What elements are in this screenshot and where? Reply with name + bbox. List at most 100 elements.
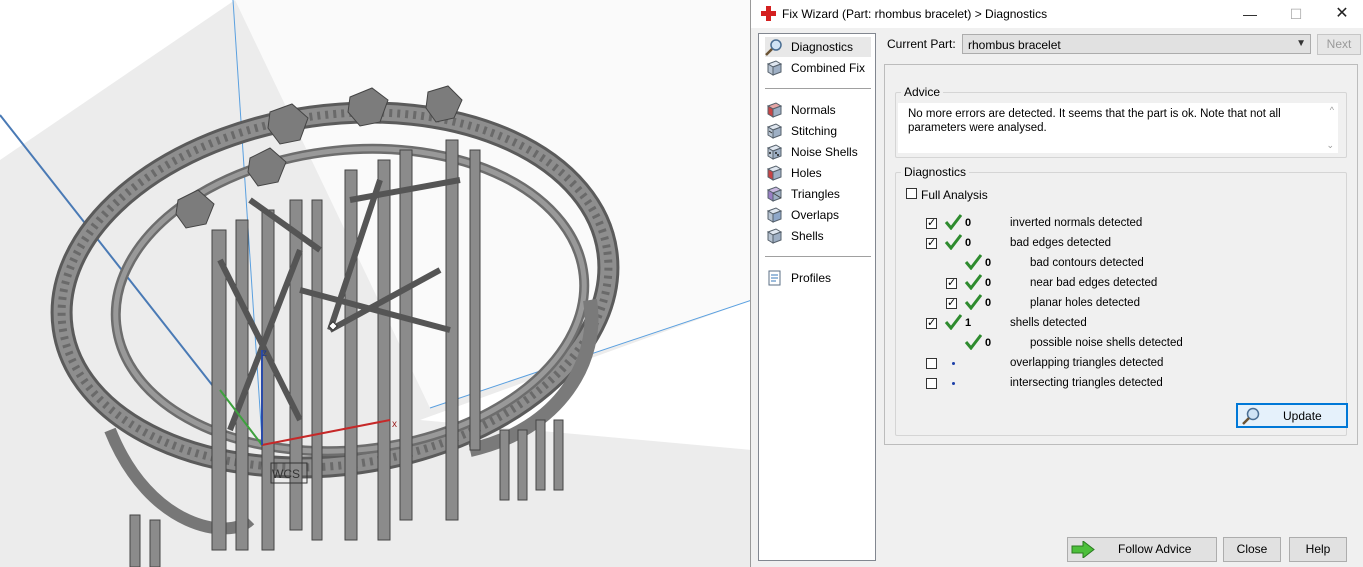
cube-shell-icon (766, 228, 783, 244)
inverted-normals-checkbox[interactable]: ✓ (926, 218, 937, 229)
x-axis-label: x (392, 419, 397, 430)
advice-text: No more errors are detected. It seems th… (908, 108, 1281, 134)
diagnostics-group: Diagnostics Full Analysis ✓ 0 inverted n… (895, 165, 1348, 436)
nav-label: Combined Fix (791, 61, 866, 75)
cube-triangle-icon (766, 186, 783, 202)
nav-item-profiles[interactable]: Profiles (765, 268, 871, 288)
arrow-right-icon (1071, 541, 1095, 558)
document-icon (768, 270, 781, 286)
cube-stitch-icon (766, 123, 783, 139)
fix-wizard-dialog: Fix Wizard (Part: rhombus bracelet) > Di… (750, 0, 1363, 567)
update-button[interactable]: Update (1236, 403, 1348, 428)
diagnostic-label: shells detected (1010, 317, 1087, 329)
chevron-down-icon: ▼ (1296, 38, 1306, 49)
diagnostic-label: intersecting triangles detected (1010, 377, 1163, 389)
current-part-select[interactable]: rhombus bracelet ▼ (962, 34, 1311, 54)
model-scene: z x WCS (0, 0, 752, 567)
count-value: 0 (965, 217, 972, 229)
nav-item-triangles[interactable]: Triangles (765, 184, 871, 204)
near-bad-edges-checkbox[interactable]: ✓ (946, 278, 957, 289)
update-label: Update (1283, 409, 1322, 423)
shells-checkbox[interactable]: ✓ (926, 318, 937, 329)
count-value: 0 (965, 237, 972, 249)
check-icon (944, 314, 962, 330)
nav-item-overlaps[interactable]: Overlaps (765, 205, 871, 225)
count-value: 0 (985, 297, 992, 309)
bad-edges-checkbox[interactable]: ✓ (926, 238, 937, 249)
diagnostic-label: possible noise shells detected (1030, 337, 1183, 349)
count-value: 1 (965, 317, 972, 329)
advice-group: Advice No more errors are detected. It s… (895, 85, 1347, 158)
3d-viewport[interactable]: z x WCS (0, 0, 752, 567)
nav-item-normals[interactable]: Normals (765, 100, 871, 120)
nav-item-stitching[interactable]: Stitching (765, 121, 871, 141)
nav-label: Shells (791, 229, 824, 243)
full-analysis-label: Full Analysis (921, 188, 988, 202)
diagnostic-label: bad contours detected (1030, 257, 1144, 269)
nav-item-noise-shells[interactable]: Noise Shells (765, 142, 871, 162)
close-button[interactable]: Close (1223, 537, 1281, 562)
nav-label: Triangles (791, 187, 840, 201)
nav-label: Holes (791, 166, 822, 180)
scroll-up-icon[interactable]: ^ (1330, 105, 1334, 115)
count-value: 0 (985, 277, 992, 289)
advice-textbox[interactable]: No more errors are detected. It seems th… (898, 103, 1338, 153)
z-axis-label: z (262, 348, 267, 359)
count-value: 0 (985, 257, 992, 269)
diagnostic-label: near bad edges detected (1030, 277, 1158, 289)
cube-overlap-icon (766, 207, 783, 223)
maximize-button[interactable]: ☐ (1281, 4, 1311, 24)
nav-label: Diagnostics (791, 40, 854, 54)
window-title: Fix Wizard (Part: rhombus bracelet) > Di… (782, 7, 1048, 21)
nav-item-holes[interactable]: Holes (765, 163, 871, 183)
diagnostics-panel: Advice No more errors are detected. It s… (884, 64, 1358, 445)
check-icon (964, 254, 982, 270)
nav-divider (765, 256, 871, 257)
check-icon (964, 334, 982, 350)
follow-advice-button[interactable]: Follow Advice (1067, 537, 1217, 562)
status-dot-icon (952, 362, 955, 365)
wcs-label: WCS (272, 467, 300, 481)
check-icon (944, 234, 962, 250)
overlapping-triangles-checkbox[interactable] (926, 358, 937, 369)
nav-label: Noise Shells (791, 145, 858, 159)
help-button[interactable]: Help (1289, 537, 1347, 562)
magnifier-icon (765, 39, 782, 56)
check-icon (964, 274, 982, 290)
nav-divider (765, 88, 871, 89)
planar-holes-checkbox[interactable]: ✓ (946, 298, 957, 309)
nav-item-combined-fix[interactable]: Combined Fix (765, 58, 871, 78)
dice-icon (766, 144, 783, 160)
cube-icon (766, 60, 783, 76)
status-dot-icon (952, 382, 955, 385)
scroll-down-icon[interactable]: ⌄ (1326, 140, 1334, 151)
diagnostics-title: Diagnostics (901, 165, 970, 179)
nav-item-diagnostics[interactable]: Diagnostics (765, 37, 871, 57)
current-part-label: Current Part: (887, 37, 956, 51)
nav-label: Profiles (791, 271, 832, 285)
diagnostic-label: overlapping triangles detected (1010, 357, 1164, 369)
full-analysis-checkbox[interactable] (906, 188, 917, 199)
diagnostic-label: planar holes detected (1030, 297, 1140, 309)
count-value: 0 (985, 337, 992, 349)
next-button[interactable]: Next (1317, 34, 1361, 55)
nav-label: Overlaps (791, 208, 840, 222)
magnifier-icon (1242, 407, 1260, 425)
cube-hole-icon (766, 165, 783, 181)
check-icon (944, 214, 962, 230)
nav-item-shells[interactable]: Shells (765, 226, 871, 246)
nav-label: Stitching (791, 124, 838, 138)
window-close-button[interactable]: ✕ (1327, 4, 1357, 24)
cube-red-icon (766, 102, 783, 118)
minimize-button[interactable]: — (1235, 4, 1265, 24)
diagnostic-label: inverted normals detected (1010, 217, 1143, 229)
nav-label: Normals (791, 103, 836, 117)
red-cross-icon (761, 6, 776, 21)
intersecting-triangles-checkbox[interactable] (926, 378, 937, 389)
wizard-nav-list: Diagnostics Combined Fix Normals Stitchi… (758, 33, 876, 561)
check-icon (964, 294, 982, 310)
follow-advice-label: Follow Advice (1118, 542, 1192, 556)
current-part-value: rhombus bracelet (968, 38, 1061, 52)
title-bar[interactable]: Fix Wizard (Part: rhombus bracelet) > Di… (751, 0, 1363, 28)
diagnostic-label: bad edges detected (1010, 237, 1112, 249)
